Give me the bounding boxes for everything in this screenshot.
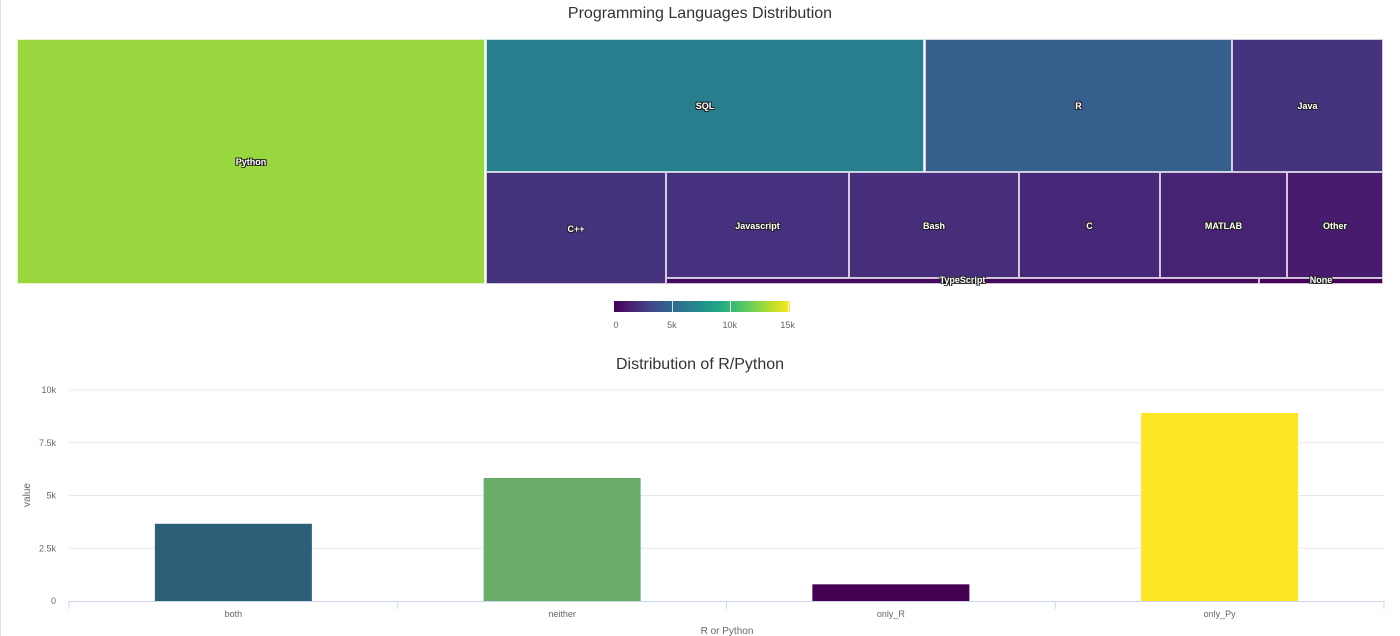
color-scale-divider [787, 301, 789, 312]
treemap-tile-label: MATLAB [1204, 221, 1243, 231]
color-scale-bar [614, 301, 790, 312]
treemap-tile-label: None [1309, 275, 1333, 285]
treemap-tile-label: SQL [695, 101, 715, 111]
treemap-tile-matlab[interactable]: MATLAB [1160, 172, 1287, 278]
treemap: Python SQL R Java C++ Javascript Bash C MATLAB Ot… [17, 39, 1383, 285]
treemap-tile-sql[interactable]: SQL [486, 39, 924, 172]
y-tick-label: 2.5k [39, 543, 57, 553]
y-tick-label: 10k [41, 385, 56, 395]
treemap-tile-r[interactable]: R [925, 39, 1232, 172]
bar-both[interactable] [154, 523, 312, 601]
color-scale-tick-label: 5k [667, 320, 677, 330]
treemap-tile-label: C [1086, 221, 1093, 231]
bar-only-py[interactable] [1141, 412, 1299, 601]
treemap-tile-label: Other [1322, 221, 1347, 231]
x-axis-title: R or Python [701, 626, 754, 636]
x-tick-label: both [225, 609, 243, 619]
bar-neither[interactable] [483, 477, 641, 601]
treemap-tile-label: Bash [922, 221, 945, 231]
treemap-tile-label: R [1075, 101, 1082, 111]
bar-chart: 0 2.5k 5k 7.5k 10k both neither only_R only_Py R … [22, 385, 1385, 636]
treemap-tile-none[interactable]: None [1259, 275, 1383, 285]
y-tick-label: 5k [46, 491, 56, 501]
treemap-title: Programming Languages Distribution [567, 5, 833, 22]
treemap-tile-java[interactable]: Java [1232, 39, 1383, 172]
treemap-tile-label: TypeScript [939, 275, 986, 285]
treemap-tile-label: Javascript [735, 221, 780, 231]
treemap-tile-label: Java [1297, 101, 1318, 111]
color-scale-divider [671, 301, 673, 312]
treemap-tile-python[interactable]: Python [17, 39, 485, 284]
treemap-tile-javascript[interactable]: Javascript [666, 172, 849, 278]
treemap-tile-c-[interactable]: C++ [486, 172, 666, 284]
bar-only-r[interactable] [812, 584, 970, 601]
color-scale-tick-label: 15k [780, 320, 795, 330]
treemap-tile-bash[interactable]: Bash [849, 172, 1019, 278]
y-axis-title: value [22, 483, 33, 507]
x-tick-label: only_R [877, 609, 906, 619]
treemap-tile-c[interactable]: C [1019, 172, 1160, 278]
bar-chart-title: Distribution of R/Python [615, 356, 785, 373]
treemap-tile-other[interactable]: Other [1287, 172, 1383, 278]
treemap-tile-label: Python [235, 157, 267, 167]
color-scale-tick-label: 0 [613, 320, 619, 330]
treemap-tile-label: C++ [567, 224, 585, 234]
treemap-tile-typescript[interactable]: TypeScript [666, 275, 1259, 285]
color-scale-tick-label: 10k [722, 320, 738, 330]
x-tick-label: neither [548, 609, 576, 619]
color-scale-divider [729, 301, 731, 312]
y-tick-label: 0 [51, 596, 56, 606]
y-tick-label: 7.5k [39, 438, 57, 448]
x-tick-label: only_Py [1204, 609, 1237, 619]
